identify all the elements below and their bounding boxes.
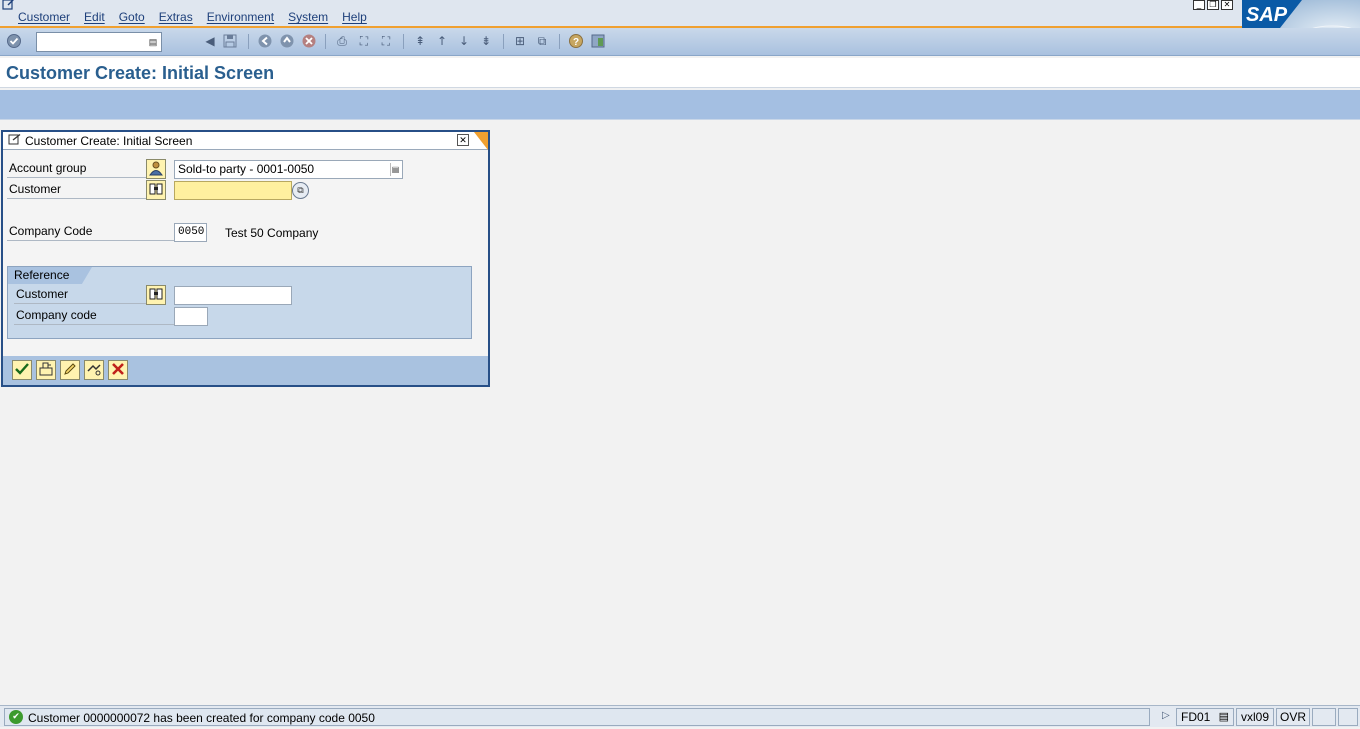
status-message-area[interactable]: ✔ Customer 0000000072 has been created f… — [4, 708, 1150, 726]
edit-button[interactable] — [60, 360, 80, 380]
first-page-icon[interactable]: ⇞ — [412, 33, 428, 49]
status-expand-icon[interactable]: ▷ — [1162, 710, 1170, 721]
transaction-code-cell[interactable]: FD01 ▤ — [1176, 708, 1234, 726]
resize-grip[interactable] — [1338, 708, 1358, 726]
dialog-title: Customer Create: Initial Screen — [25, 134, 193, 148]
system-info-icon[interactable]: ▤ — [1219, 709, 1229, 725]
reference-group-title: Reference — [8, 267, 92, 284]
new-session-icon[interactable]: ⊞ — [512, 33, 528, 49]
input-mode: OVR — [1279, 710, 1306, 724]
reference-customer-label: Customer — [14, 287, 148, 304]
menu-item-environment[interactable]: Environment — [207, 10, 274, 24]
dialog-footer — [3, 356, 488, 385]
data-view-button[interactable] — [36, 360, 56, 380]
help-icon[interactable]: ? — [568, 33, 584, 49]
menu-item-system[interactable]: System — [288, 10, 328, 24]
window-menu-icon[interactable] — [2, 0, 16, 10]
reference-group: Reference Customer Company code — [7, 266, 472, 339]
menu-item-goto[interactable]: Goto — [119, 10, 145, 24]
command-history-icon[interactable]: ▤ — [147, 35, 159, 49]
menu-item-customer[interactable]: Customer — [18, 10, 70, 24]
enter-icon[interactable] — [6, 33, 22, 49]
back-icon[interactable] — [257, 33, 273, 49]
menu-item-edit[interactable]: Edit — [84, 10, 105, 24]
menu-item-help[interactable]: Help — [342, 10, 367, 24]
reference-company-code-input[interactable] — [174, 307, 208, 326]
continue-button[interactable] — [12, 360, 32, 380]
command-field[interactable]: ▤ — [36, 32, 162, 52]
company-code-label: Company Code — [7, 224, 174, 241]
success-check-icon: ✔ — [9, 710, 23, 724]
dialog-icon — [8, 133, 22, 148]
minimize-icon[interactable]: _ — [1193, 0, 1205, 10]
save-icon[interactable] — [222, 33, 238, 49]
reference-customer-input[interactable] — [174, 286, 292, 305]
restore-icon[interactable]: ❐ — [1207, 0, 1219, 10]
standard-toolbar: ▤ ◀ ⎙ ⛶ ⛶ ⇞ ↑ ↓ ⇟ ⊞ ⧉ ? — [0, 28, 1360, 56]
company-code-value: 0050 — [178, 226, 205, 238]
menu: Customer Edit Goto Extras Environment Sy… — [18, 10, 367, 24]
print-icon[interactable]: ⎙ — [334, 33, 350, 49]
company-name: Test 50 Company — [225, 226, 319, 240]
toolbar-separator — [403, 34, 404, 49]
svg-text:?: ? — [573, 37, 579, 48]
application-toolbar — [0, 90, 1360, 120]
status-bar: ✔ Customer 0000000072 has been created f… — [0, 705, 1360, 727]
dropdown-icon[interactable]: ▤ — [390, 163, 400, 176]
toolbar-separator — [325, 34, 326, 49]
menu-item-extras[interactable]: Extras — [159, 10, 193, 24]
find-next-icon[interactable]: ⛶ — [378, 33, 394, 49]
find-icon[interactable]: ⛶ — [356, 33, 372, 49]
customer-create-dialog: Customer Create: Initial Screen ✕ Accoun… — [1, 130, 490, 387]
page-title: Customer Create: Initial Screen — [6, 63, 275, 83]
toolbar-separator — [248, 34, 249, 49]
toolbar-separator — [503, 34, 504, 49]
account-group-select[interactable]: Sold-to party - 0001-0050 ▤ — [174, 160, 403, 179]
dialog-close-icon[interactable]: ✕ — [457, 134, 469, 146]
cancel-icon[interactable] — [301, 33, 317, 49]
customer-input[interactable] — [174, 181, 292, 200]
back-arrow-icon[interactable]: ◀ — [202, 33, 218, 49]
value-help-icon[interactable]: ⧉ — [292, 182, 309, 199]
close-window-icon[interactable]: ✕ — [1221, 0, 1233, 10]
customer-label: Customer — [7, 182, 147, 199]
sap-logo-text: SAP — [1246, 4, 1288, 26]
status-message: Customer 0000000072 has been created for… — [28, 711, 375, 725]
company-code-input[interactable]: 0050 — [174, 223, 207, 242]
server-name: vxl09 — [1240, 710, 1269, 724]
toolbar-separator — [559, 34, 560, 49]
customer-binoculars-icon[interactable] — [146, 180, 166, 200]
organizational-levels-button[interactable] — [84, 360, 104, 380]
cancel-button[interactable] — [108, 360, 128, 380]
server-cell: vxl09 — [1236, 708, 1274, 726]
next-page-icon[interactable]: ↓ — [456, 33, 472, 49]
account-group-person-icon[interactable] — [146, 159, 166, 179]
reference-customer-binoculars-icon[interactable] — [146, 285, 166, 305]
previous-page-icon[interactable]: ↑ — [434, 33, 450, 49]
account-group-value: Sold-to party - 0001-0050 — [178, 162, 315, 176]
account-group-label: Account group — [7, 161, 147, 178]
last-page-icon[interactable]: ⇟ — [478, 33, 494, 49]
menu-bar: Customer Edit Goto Extras Environment Sy… — [0, 0, 1360, 28]
customize-layout-icon[interactable] — [590, 33, 606, 49]
exit-icon[interactable] — [279, 33, 295, 49]
dialog-corner-accent — [474, 132, 488, 150]
title-bar: Customer Create: Initial Screen — [0, 58, 1360, 88]
shortcut-icon[interactable]: ⧉ — [534, 33, 550, 49]
reference-company-code-label: Company code — [14, 308, 174, 325]
dialog-title-bar: Customer Create: Initial Screen ✕ — [3, 132, 488, 150]
status-empty-cell — [1312, 708, 1336, 726]
transaction-code: FD01 — [1181, 710, 1211, 724]
window-controls: _ ❐ ✕ — [1193, 0, 1233, 10]
input-mode-cell[interactable]: OVR — [1276, 708, 1310, 726]
